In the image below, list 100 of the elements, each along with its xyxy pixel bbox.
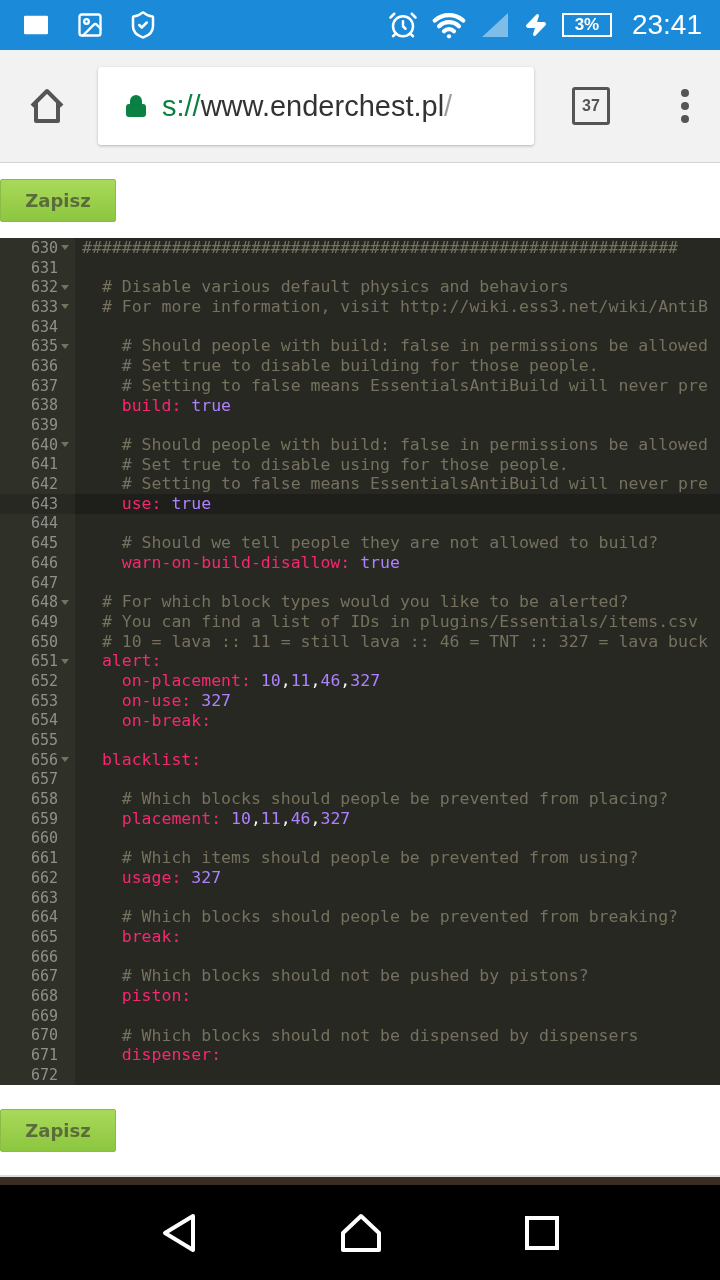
image-icon bbox=[76, 11, 104, 39]
line-number: 657 bbox=[30, 770, 58, 789]
code-comment: # You can find a list of IDs in plugins/Essentials/items.csv bbox=[101, 612, 698, 632]
line-number: 632 bbox=[30, 278, 58, 297]
line-number: 637 bbox=[30, 376, 58, 395]
line-number: 653 bbox=[30, 691, 58, 710]
line-number: 669 bbox=[30, 1006, 58, 1025]
line-number: 658 bbox=[30, 790, 58, 809]
line-number: 651 bbox=[30, 652, 58, 671]
line-number: 655 bbox=[30, 731, 58, 750]
line-number: 638 bbox=[30, 396, 58, 415]
code-comment: # Should people with build: false in permissions be allowed bbox=[121, 336, 708, 357]
code-comment: # Which blocks should people be prevented from breaking? bbox=[121, 907, 679, 928]
clock-time: 23:41 bbox=[631, 9, 702, 41]
line-number: 667 bbox=[30, 967, 58, 986]
fold-caret-icon[interactable] bbox=[61, 304, 69, 310]
line-number: 636 bbox=[30, 356, 58, 375]
code-comment: # Which blocks should not be pushed by pistons? bbox=[121, 966, 589, 987]
code-comment: # Setting to false means EssentialsAntiBuild will never pre bbox=[121, 474, 708, 494]
back-icon[interactable] bbox=[161, 1212, 198, 1253]
line-number: 664 bbox=[30, 908, 58, 927]
code-comment: # Which blocks should people be prevented from placing? bbox=[121, 789, 669, 809]
fold-caret-icon[interactable] bbox=[61, 245, 69, 251]
tab-count-button[interactable]: 37 bbox=[572, 87, 610, 125]
line-number: 663 bbox=[30, 888, 58, 907]
code-key: blacklist: bbox=[101, 749, 202, 770]
line-number: 633 bbox=[30, 297, 58, 316]
code-value: true bbox=[191, 395, 232, 416]
line-number: 662 bbox=[30, 868, 58, 887]
alarm-icon bbox=[387, 10, 418, 40]
menu-icon[interactable] bbox=[680, 88, 690, 124]
home-icon[interactable] bbox=[340, 1212, 382, 1253]
line-number: 639 bbox=[30, 416, 58, 435]
fold-caret-icon[interactable] bbox=[61, 599, 69, 605]
line-number: 642 bbox=[30, 475, 58, 494]
line-number: 652 bbox=[30, 671, 58, 690]
line-number: 646 bbox=[30, 553, 58, 572]
line-number: 644 bbox=[30, 514, 58, 533]
url-path: / bbox=[444, 89, 453, 123]
code-key: placement: bbox=[121, 808, 222, 829]
code-comment: # For which block types would you like to be alerted? bbox=[101, 592, 629, 613]
line-number: 648 bbox=[30, 593, 58, 612]
charging-icon bbox=[523, 13, 548, 37]
address-bar[interactable]: s://www.enderchest.pl/ bbox=[98, 67, 534, 145]
code-key: break: bbox=[121, 927, 182, 947]
fold-caret-icon[interactable] bbox=[61, 658, 69, 664]
line-number: 643 bbox=[30, 494, 58, 513]
line-number: 630 bbox=[30, 238, 58, 257]
code-key: on-use: bbox=[121, 690, 192, 711]
lock-icon bbox=[124, 94, 148, 118]
code-key: on-break: bbox=[121, 710, 212, 731]
line-number: 645 bbox=[30, 534, 58, 553]
fold-caret-icon[interactable] bbox=[61, 442, 69, 448]
line-number: 640 bbox=[30, 435, 58, 454]
code-value: true bbox=[171, 493, 212, 514]
code-key: build: bbox=[121, 395, 182, 416]
line-number: 650 bbox=[30, 632, 58, 651]
code-value: 10,11,46,327 bbox=[231, 808, 351, 829]
code-comment: # Should people with build: false in permissions be allowed bbox=[121, 434, 708, 455]
code-key: on-placement: bbox=[121, 671, 251, 691]
recent-apps-icon[interactable] bbox=[524, 1215, 559, 1250]
code-comment: # Should we tell people they are not allowed to build? bbox=[121, 533, 659, 553]
code-comment: # Which items should people be prevented from using? bbox=[121, 848, 639, 868]
line-number: 634 bbox=[30, 317, 58, 336]
fold-caret-icon[interactable] bbox=[61, 284, 69, 290]
line-number: 666 bbox=[30, 947, 58, 966]
code-value: 327 bbox=[191, 868, 222, 888]
code-editor[interactable] bbox=[0, 238, 720, 1085]
code-comment: # Set true to disable building for those people. bbox=[121, 356, 599, 376]
battery-level: 3% bbox=[574, 15, 600, 35]
line-number: 660 bbox=[30, 829, 58, 848]
fold-caret-icon[interactable] bbox=[61, 757, 69, 763]
line-number: 671 bbox=[30, 1046, 58, 1065]
line-number: 659 bbox=[30, 809, 58, 828]
code-comment: ############################################################ bbox=[82, 238, 679, 258]
code-key: piston: bbox=[121, 986, 192, 1006]
home-icon[interactable] bbox=[28, 88, 66, 124]
line-number: 647 bbox=[30, 573, 58, 592]
code-comment: # Which blocks should not be dispensed by dispensers bbox=[121, 1025, 639, 1046]
code-key: dispenser: bbox=[121, 1045, 222, 1065]
code-key: alert: bbox=[101, 651, 162, 672]
line-number: 672 bbox=[30, 1065, 58, 1084]
code-comment: # 10 = lava :: 11 = still lava :: 46 = TNT :: 327 = lava buck bbox=[101, 631, 708, 652]
code-value: 327 bbox=[201, 690, 232, 711]
url-scheme: s:// bbox=[162, 89, 201, 123]
fold-caret-icon[interactable] bbox=[61, 343, 69, 349]
code-comment: # Disable various default physics and behaviors bbox=[101, 277, 569, 298]
code-key: usage: bbox=[121, 868, 182, 888]
code-comment: # For more information, visit http://wiki.ess3.net/wiki/AntiB bbox=[101, 297, 708, 317]
line-number: 665 bbox=[30, 927, 58, 946]
line-number: 641 bbox=[30, 455, 58, 474]
line-number: 670 bbox=[30, 1026, 58, 1045]
line-number: 656 bbox=[30, 750, 58, 769]
line-number: 668 bbox=[30, 986, 58, 1005]
code-comment: # Set true to disable using for those people. bbox=[121, 454, 569, 475]
line-number: 654 bbox=[30, 711, 58, 730]
line-number: 649 bbox=[30, 612, 58, 631]
code-key: warn-on-build-disallow: bbox=[121, 553, 351, 573]
code-key: use: bbox=[121, 493, 162, 514]
line-number: 631 bbox=[30, 258, 58, 277]
